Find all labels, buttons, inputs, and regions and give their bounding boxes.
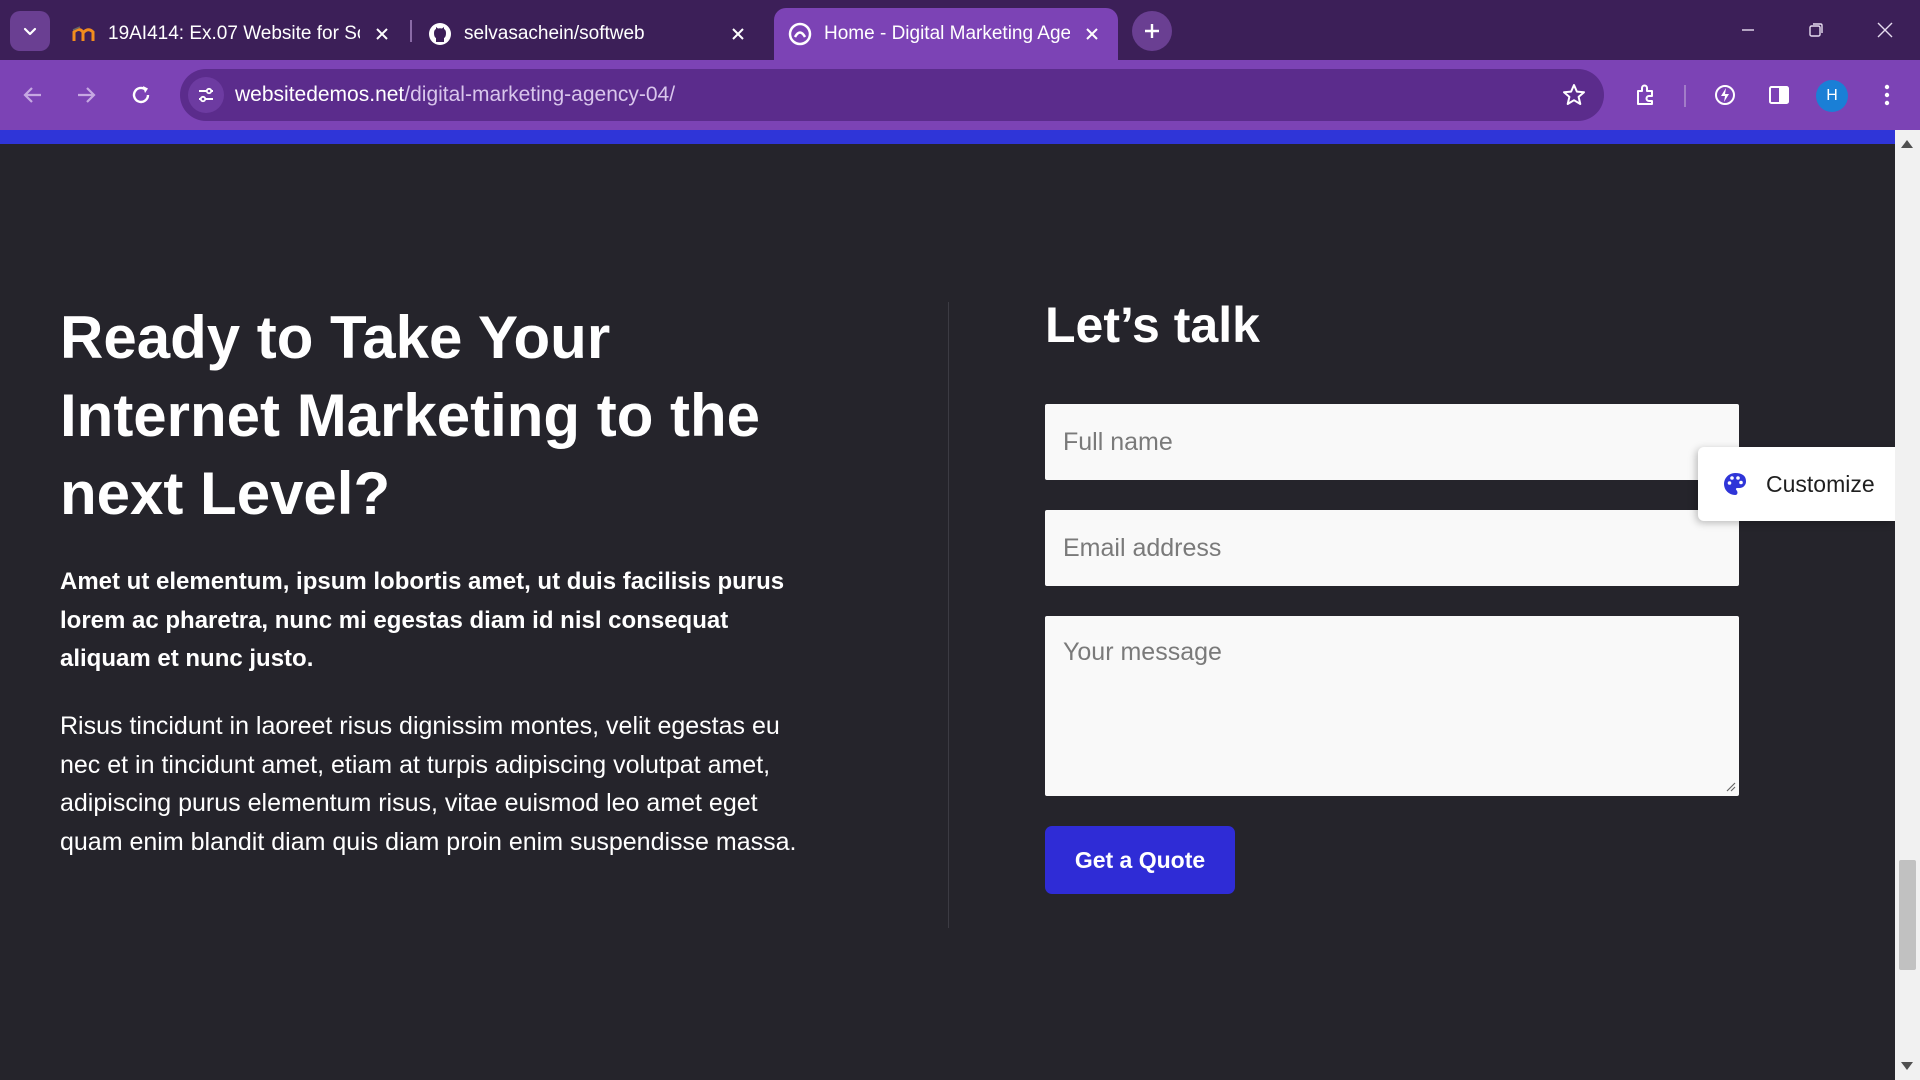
scroll-down-arrow-icon[interactable]	[1901, 1062, 1913, 1070]
profile-avatar[interactable]: H	[1816, 80, 1848, 112]
tab-search-button[interactable]	[10, 11, 50, 51]
get-quote-button[interactable]: Get a Quote	[1045, 826, 1235, 894]
page-scrollbar[interactable]	[1895, 130, 1920, 1080]
url-text[interactable]: websitedemos.net/digital-marketing-agenc…	[235, 83, 675, 107]
tab-separator	[410, 20, 412, 42]
tab-title: selvasachein/softweb	[464, 23, 645, 44]
more-menu-icon[interactable]	[1868, 76, 1906, 114]
performance-icon[interactable]	[1706, 76, 1744, 114]
new-tab-button[interactable]	[1132, 11, 1172, 51]
site-settings-icon[interactable]	[188, 77, 224, 113]
customize-button[interactable]: Customize	[1698, 447, 1895, 521]
tab-bar: 19AI414: Ex.07 Website for Soft selvasac…	[0, 0, 1920, 60]
close-icon[interactable]	[726, 22, 750, 46]
arrow-left-icon	[23, 87, 41, 103]
github-icon	[428, 22, 452, 46]
url-domain: websitedemos.net	[235, 83, 405, 106]
toolbar-separator	[1684, 85, 1686, 107]
close-icon[interactable]	[370, 22, 394, 46]
cta-heading: Ready to Take Your Internet Marketing to…	[60, 304, 761, 527]
minimize-icon	[1742, 29, 1754, 31]
arrow-right-icon	[78, 87, 96, 103]
tab-title: Home - Digital Marketing Agen	[824, 23, 1070, 44]
tab-moodle[interactable]: 19AI414: Ex.07 Website for Soft	[58, 8, 408, 60]
forward-button[interactable]	[67, 76, 105, 114]
side-panel-icon[interactable]	[1760, 76, 1798, 114]
restore-button[interactable]	[1792, 10, 1840, 50]
reload-button[interactable]	[122, 76, 160, 114]
close-window-button[interactable]	[1861, 10, 1909, 50]
email-input[interactable]	[1045, 510, 1739, 586]
plus-icon	[1145, 24, 1159, 38]
minimize-button[interactable]	[1724, 10, 1772, 50]
tab-digital-marketing[interactable]: Home - Digital Marketing Agen	[774, 8, 1118, 60]
close-icon[interactable]	[1080, 22, 1104, 46]
customize-label: Customize	[1766, 470, 1875, 497]
reload-icon	[132, 86, 150, 104]
back-button[interactable]	[14, 76, 52, 114]
extensions-icon[interactable]	[1627, 76, 1665, 114]
scrollbar-thumb[interactable]	[1899, 860, 1916, 970]
message-textarea[interactable]	[1045, 616, 1739, 796]
address-bar[interactable]: websitedemos.net/digital-marketing-agenc…	[180, 69, 1604, 121]
tab-title: 19AI414: Ex.07 Website for Soft	[108, 23, 360, 44]
full-name-input[interactable]	[1045, 404, 1739, 480]
cta-body-text: Risus tincidunt in laoreet risus digniss…	[60, 712, 797, 856]
site-icon	[788, 22, 812, 46]
url-path: /digital-marketing-agency-04/	[404, 83, 676, 106]
cta-lead-text: Amet ut elementum, ipsum lobortis amet, …	[60, 568, 785, 672]
form-title: Let’s talk	[1045, 297, 1260, 353]
moodle-icon	[72, 22, 96, 46]
close-icon	[1877, 22, 1893, 38]
resize-grip-icon[interactable]	[1724, 780, 1736, 792]
scroll-up-arrow-icon[interactable]	[1901, 140, 1913, 148]
page-content: Ready to Take Your Internet Marketing to…	[0, 144, 1895, 1080]
header-accent-bar	[0, 130, 1895, 144]
browser-toolbar: websitedemos.net/digital-marketing-agenc…	[0, 60, 1920, 130]
bookmark-star-icon[interactable]	[1560, 81, 1588, 109]
tab-github[interactable]: selvasachein/softweb	[414, 8, 764, 60]
chevron-down-icon	[23, 27, 37, 36]
palette-icon	[1724, 473, 1746, 495]
column-divider	[948, 302, 949, 928]
restore-icon	[1809, 23, 1823, 37]
